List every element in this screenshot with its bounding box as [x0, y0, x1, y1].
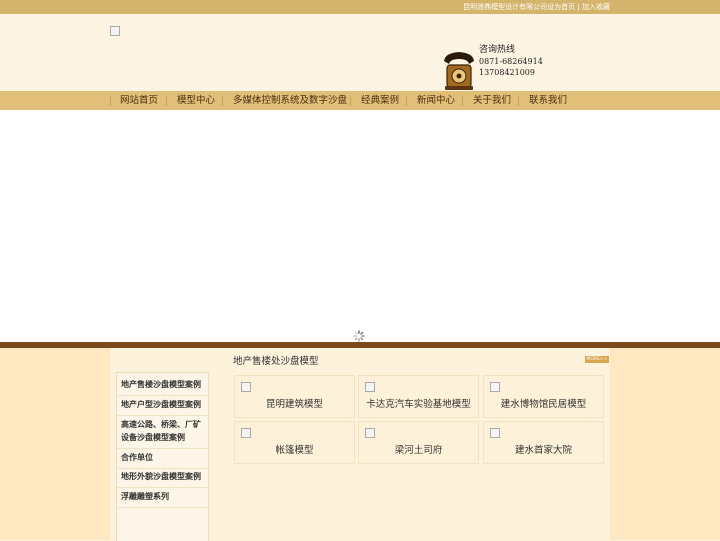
product-card[interactable]: 梁河土司府: [358, 421, 479, 464]
sidebar-divider: [117, 507, 208, 508]
sidebar-item-relief[interactable]: 浮雕雕塑系列: [121, 490, 207, 503]
main-nav: 网站首页 模型中心 多媒体控制系统及数字沙盘 经典案例 新闻中心 关于我们 联系…: [0, 91, 720, 110]
nav-separator: [222, 96, 223, 106]
product-broken-image-icon[interactable]: [365, 382, 375, 392]
product-caption[interactable]: 建水博物馆民居模型: [484, 396, 603, 410]
product-broken-image-icon[interactable]: [490, 382, 500, 392]
add-favorite-link[interactable]: 加入收藏: [582, 3, 610, 11]
sidebar-item-partners[interactable]: 合作单位: [121, 451, 207, 464]
sidebar-item-terrain[interactable]: 地形外貌沙盘模型案例: [121, 470, 207, 483]
sidebar-item-sales-office[interactable]: 地产售楼沙盘模型案例: [121, 378, 207, 391]
top-links-separator: |: [577, 3, 580, 11]
nav-separator: [350, 96, 351, 106]
nav-item-home[interactable]: 网站首页: [120, 91, 158, 110]
product-broken-image-icon[interactable]: [241, 382, 251, 392]
hotline-title: 咨询热线: [479, 45, 516, 55]
nav-separator: [462, 96, 463, 106]
nav-item-models[interactable]: 模型中心: [177, 91, 215, 110]
header: 咨询热线 0871-68264914 13708421009: [0, 14, 720, 91]
product-caption[interactable]: 建水首家大院: [484, 442, 603, 456]
category-sidebar: 地产售楼沙盘模型案例 地产户型沙盘模型案例 高速公路、桥梁、厂矿设备沙盘模型案例…: [116, 372, 209, 541]
product-card[interactable]: 建水博物馆民居模型: [483, 375, 604, 418]
product-card[interactable]: 建水首家大院: [483, 421, 604, 464]
nav-separator: [406, 96, 407, 106]
product-card[interactable]: 帐篷模型: [234, 421, 355, 464]
product-caption[interactable]: 卡达克汽车实验基地模型: [359, 396, 478, 410]
product-broken-image-icon[interactable]: [365, 428, 375, 438]
nav-item-multimedia[interactable]: 多媒体控制系统及数字沙盘: [233, 91, 347, 110]
nav-separator: [518, 96, 519, 106]
phone-number-mobile: 13708421009: [479, 68, 535, 77]
sidebar-divider: [117, 448, 208, 449]
set-homepage-link[interactable]: 昆明浪鼎模型设计有限公司设为首页: [463, 3, 575, 11]
phone-number-landline: 0871-68264914: [479, 57, 543, 66]
nav-item-contact[interactable]: 联系我们: [529, 91, 567, 110]
product-broken-image-icon[interactable]: [241, 428, 251, 438]
logo-broken-image-icon[interactable]: [110, 26, 120, 36]
product-caption[interactable]: 昆明建筑模型: [235, 396, 354, 410]
spinner-icon: [353, 330, 365, 342]
sidebar-divider: [117, 487, 208, 488]
product-broken-image-icon[interactable]: [490, 428, 500, 438]
nav-separator: [166, 96, 167, 106]
top-links: 昆明浪鼎模型设计有限公司设为首页 | 加入收藏: [463, 2, 610, 12]
telephone-icon: [444, 52, 474, 90]
product-caption[interactable]: 帐篷模型: [235, 442, 354, 456]
sidebar-item-floor-plan[interactable]: 地产户型沙盘模型案例: [121, 398, 207, 411]
product-card[interactable]: 昆明建筑模型: [234, 375, 355, 418]
more-button[interactable]: MORE>>: [585, 356, 609, 363]
nav-item-cases[interactable]: 经典案例: [361, 91, 399, 110]
sidebar-divider: [117, 415, 208, 416]
nav-separator: [110, 96, 111, 106]
nav-item-about[interactable]: 关于我们: [473, 91, 511, 110]
sidebar-item-highway-bridge[interactable]: 高速公路、桥梁、厂矿设备沙盘模型案例: [121, 418, 207, 444]
sidebar-divider: [117, 468, 208, 469]
nav-item-news[interactable]: 新闻中心: [417, 91, 455, 110]
banner-slider[interactable]: [0, 110, 720, 342]
section-title: 地产售楼处沙盘模型: [233, 356, 319, 367]
top-bar: 昆明浪鼎模型设计有限公司设为首页 | 加入收藏: [0, 0, 720, 14]
product-card[interactable]: 卡达克汽车实验基地模型: [358, 375, 479, 418]
product-caption[interactable]: 梁河土司府: [359, 442, 478, 456]
sidebar-divider: [117, 395, 208, 396]
hotline-block: 咨询热线 0871-68264914 13708421009: [479, 44, 543, 78]
